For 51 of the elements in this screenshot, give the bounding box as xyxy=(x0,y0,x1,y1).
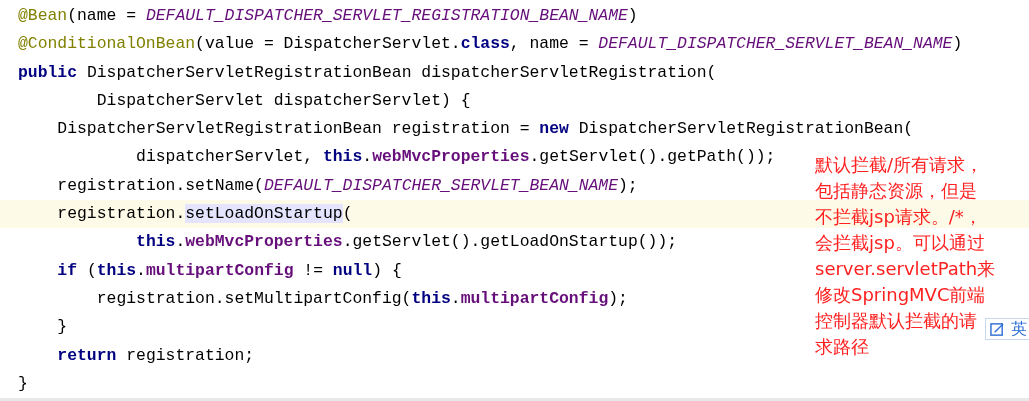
code-text: DispatcherServletRegistrationBean( xyxy=(578,119,914,139)
code-text: } xyxy=(57,317,68,337)
code-text: registration.setName( xyxy=(57,175,264,195)
field-name: multipartConfig xyxy=(460,288,609,308)
code-text: .getServlet().getLoadOnStartup()); xyxy=(342,232,678,252)
code-text: ) xyxy=(952,34,963,54)
keyword: new xyxy=(539,119,569,139)
keyword: class xyxy=(460,34,510,54)
code-text: ) xyxy=(627,6,638,25)
annotation-name: @Bean xyxy=(18,6,68,25)
code-text: registration; xyxy=(126,345,255,365)
language-label: 英 xyxy=(1011,318,1027,340)
code-text: != xyxy=(303,260,324,280)
code-text: ) { xyxy=(372,260,402,280)
keyword: this xyxy=(411,288,451,308)
code-text: dispatcherServlet, xyxy=(136,147,315,167)
code-text: .getServlet().getPath()); xyxy=(529,147,776,167)
keyword: this xyxy=(322,147,363,167)
field-name: multipartConfig xyxy=(145,260,294,280)
code-text: DispatcherServletRegistrationBean registration = xyxy=(57,119,531,139)
code-text: ); xyxy=(608,288,628,308)
keyword: this xyxy=(96,260,137,280)
highlighted-method: setLoadOnStartup xyxy=(185,204,343,224)
code-text: . xyxy=(175,232,186,252)
ime-toolbar[interactable]: 英 xyxy=(985,318,1029,340)
annotation-name: @ConditionalOnBean xyxy=(18,34,196,54)
constant-name: DEFAULT_DISPATCHER_SERVLET_BEAN_NAME xyxy=(598,34,953,54)
field-name: webMvcProperties xyxy=(185,232,343,252)
constant-name: DEFAULT_DISPATCHER_SERVLET_REGISTRATION_BEAN_NAME xyxy=(145,6,628,25)
edit-icon[interactable] xyxy=(990,321,1005,337)
code-text: DispatcherServletRegistrationBean dispatcherServletRegistration( xyxy=(86,62,717,82)
code-text: . xyxy=(450,288,461,308)
keyword: null xyxy=(332,260,373,280)
code-text: (value = DispatcherServlet. xyxy=(195,34,461,54)
field-name: webMvcProperties xyxy=(372,147,530,167)
code-text: registration.setMultipartConfig( xyxy=(96,288,412,308)
code-text: DispatcherServlet dispatcherServlet) { xyxy=(96,90,471,110)
code-text: } xyxy=(18,373,28,393)
code-text: registration. xyxy=(57,204,186,224)
keyword: this xyxy=(136,232,176,252)
code-text: . xyxy=(136,260,146,280)
code-text: ( xyxy=(342,204,353,224)
keyword: if xyxy=(57,260,78,280)
code-text: (name = xyxy=(67,6,138,25)
code-text: , name = xyxy=(509,34,590,54)
constant-name: DEFAULT_DISPATCHER_SERVLET_BEAN_NAME xyxy=(263,175,619,195)
code-text: ); xyxy=(618,175,638,195)
code-text: ( xyxy=(86,260,97,280)
keyword: public xyxy=(18,62,78,82)
keyword: return xyxy=(57,345,117,365)
code-text: . xyxy=(362,147,373,167)
